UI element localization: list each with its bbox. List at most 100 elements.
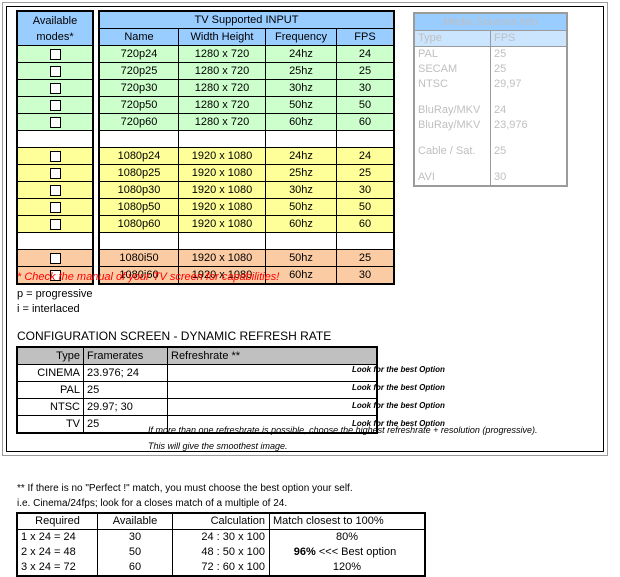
table-row: PAL 25 — [16, 381, 378, 399]
table-row: BluRay/MKV 24 — [414, 103, 567, 118]
media-type: PAL — [414, 46, 491, 62]
dynamic-refresh-rate-table: Type Framerates Refreshrate ** CINEMA 23… — [16, 346, 378, 434]
checkbox-icon[interactable] — [49, 218, 61, 230]
tv-manual-note: * Check the manual of your TV screen for… — [17, 271, 280, 283]
config-refreshrate-input[interactable] — [167, 398, 378, 416]
config-subnote-1: If more than one refreshrate is possible… — [148, 425, 538, 435]
calc-column-header-calculation: Calculation — [172, 512, 270, 530]
mode-frequency: 24hz — [265, 147, 337, 165]
mode-frequency: 24hz — [265, 45, 337, 63]
config-type: PAL — [16, 381, 84, 399]
best-option-label: <<< Best option — [318, 546, 397, 558]
mode-resolution: 1280 x 720 — [178, 96, 266, 114]
mode-name: 1080p60 — [98, 215, 179, 233]
checkbox-icon[interactable] — [49, 252, 61, 264]
calc-available: 30 — [97, 529, 173, 545]
mode-frequency: 25hz — [265, 164, 337, 182]
separator-cell — [491, 159, 568, 170]
checkbox-icon[interactable] — [49, 65, 61, 77]
media-type: BluRay/MKV — [414, 118, 491, 133]
table-row: NTSC 29.97; 30 — [16, 398, 378, 416]
tv-table-title-row: Available modes* TV Supported INPUT — [16, 10, 395, 46]
mode-frequency: 50hz — [265, 198, 337, 216]
checkbox-icon[interactable] — [49, 150, 61, 162]
calc-column-header-required: Required — [16, 512, 98, 530]
column-header-fps: FPS — [336, 28, 395, 46]
separator-cell — [98, 130, 179, 148]
checkbox-icon[interactable] — [49, 184, 61, 196]
config-column-header-framerates: Framerates — [83, 346, 168, 365]
available-mode-checkbox-cell[interactable] — [16, 198, 94, 216]
mode-name: 720p30 — [98, 79, 179, 97]
config-hint: Look for the best Option — [352, 401, 445, 410]
separator-cell — [491, 92, 568, 103]
config-hint: Look for the best Option — [352, 365, 445, 374]
mode-frequency: 50hz — [265, 249, 337, 267]
media-column-header-fps: FPS — [490, 30, 567, 47]
checkbox-icon[interactable] — [49, 48, 61, 60]
media-fps: 25 — [494, 48, 507, 60]
column-header-name: Name — [98, 28, 179, 46]
footer-note-2: i.e. Cinema/24fps; look for a closes mat… — [17, 498, 288, 509]
available-mode-checkbox-cell[interactable] — [16, 62, 94, 80]
available-mode-checkbox-cell[interactable] — [16, 147, 94, 165]
available-mode-checkbox-cell[interactable] — [16, 181, 94, 199]
checkbox-icon[interactable] — [49, 99, 61, 111]
available-mode-checkbox-cell[interactable] — [16, 249, 94, 267]
available-mode-checkbox-cell[interactable] — [16, 164, 94, 182]
config-refreshrate-input[interactable] — [167, 364, 378, 382]
mode-fps: 25 — [336, 62, 395, 80]
tv-supported-input-title: TV Supported INPUT — [98, 10, 395, 29]
checkbox-icon[interactable] — [49, 116, 61, 128]
checkbox-icon[interactable] — [49, 167, 61, 179]
config-header-row: Type Framerates Refreshrate ** — [16, 346, 378, 365]
media-separator-row — [414, 159, 567, 170]
table-row: AVI 30 — [414, 170, 567, 186]
config-column-header-refreshrate: Refreshrate ** — [167, 346, 378, 365]
mode-fps: 50 — [336, 96, 395, 114]
legend-interlaced: i = interlaced — [17, 303, 80, 315]
mode-fps: 30 — [336, 79, 395, 97]
mode-fps: 50 — [336, 198, 395, 216]
available-mode-checkbox-cell[interactable] — [16, 45, 94, 63]
config-type: TV — [16, 415, 84, 434]
calc-available: 60 — [97, 560, 173, 577]
table-row: Cable / Sat. 25 — [414, 144, 567, 159]
mode-name: 1080p50 — [98, 198, 179, 216]
media-type: SECAM — [414, 62, 491, 77]
media-title-row: Media Sources Info — [414, 13, 567, 31]
table-row: 1 x 24 = 24 30 24 : 30 x 100 80% — [16, 529, 426, 545]
available-mode-checkbox-cell[interactable] — [16, 113, 94, 131]
mode-resolution: 1280 x 720 — [178, 45, 266, 63]
separator-cell — [336, 232, 395, 250]
table-row: 720p24 1280 x 720 24hz 24 — [16, 45, 395, 63]
config-refreshrate-input[interactable] — [167, 381, 378, 399]
column-header-resolution: Width Height — [178, 28, 266, 46]
mode-frequency: 60hz — [265, 113, 337, 131]
separator-cell — [265, 232, 337, 250]
column-header-frequency: Frequency — [265, 28, 337, 46]
checkbox-icon[interactable] — [49, 82, 61, 94]
mode-fps: 24 — [336, 147, 395, 165]
available-mode-checkbox-cell[interactable] — [16, 215, 94, 233]
mode-name: 1080p30 — [98, 181, 179, 199]
table-row: 1080p25 1920 x 1080 25hz 25 — [16, 164, 395, 182]
config-framerates: 29.97; 30 — [83, 398, 168, 416]
mode-name: 720p24 — [98, 45, 179, 63]
mode-resolution: 1280 x 720 — [178, 79, 266, 97]
calc-match: 96% — [293, 546, 316, 558]
available-mode-checkbox-cell[interactable] — [16, 79, 94, 97]
separator-cell — [178, 232, 266, 250]
mode-frequency: 30hz — [265, 79, 337, 97]
configuration-screen-title: CONFIGURATION SCREEN - DYNAMIC REFRESH R… — [17, 329, 332, 343]
media-fps: 25 — [494, 63, 507, 75]
media-type: AVI — [414, 170, 491, 186]
available-mode-checkbox-cell[interactable] — [16, 96, 94, 114]
media-sources-title: Media Sources Info — [414, 13, 567, 31]
calc-required: 1 x 24 = 24 — [16, 529, 98, 545]
calc-match: 80% — [269, 529, 426, 545]
table-row: 720p30 1280 x 720 30hz 30 — [16, 79, 395, 97]
checkbox-icon[interactable] — [49, 201, 61, 213]
available-modes-header-line2: modes* — [36, 30, 74, 43]
calc-column-header-match: Match closest to 100% — [269, 512, 426, 530]
